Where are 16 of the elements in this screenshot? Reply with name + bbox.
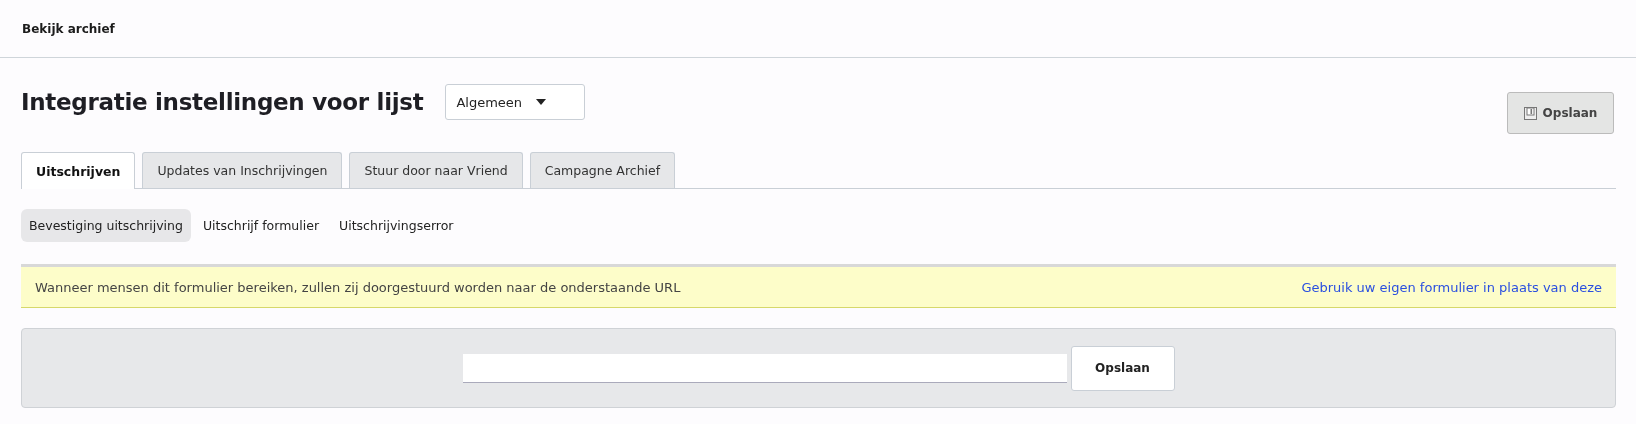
page-title: Integratie instellingen voor lijst xyxy=(21,89,424,115)
archive-link[interactable]: Bekijk archief xyxy=(22,21,115,36)
url-save-button[interactable]: Opslaan xyxy=(1070,345,1175,391)
subtab[interactable]: Uitschrijf formulier xyxy=(194,209,328,242)
subtab[interactable]: Bevestiging uitschrijving xyxy=(21,209,191,242)
url-field[interactable] xyxy=(462,353,1067,383)
save-button[interactable]: Opslaan xyxy=(1507,92,1614,134)
tab[interactable]: Uitschrijven xyxy=(21,152,136,189)
category-dropdown[interactable]: Algemeen xyxy=(445,84,586,120)
caret-icon xyxy=(536,99,547,105)
tab[interactable]: Campagne Archief xyxy=(529,152,676,188)
own-form-link[interactable]: Gebruik uw eigen formulier in plaats van deze xyxy=(1301,279,1602,295)
tab[interactable]: Stuur door naar Vriend xyxy=(349,152,523,188)
tab[interactable]: Updates van Inschrijvingen xyxy=(142,152,343,188)
subtab[interactable]: Uitschrijvingserror xyxy=(331,209,462,242)
notice-text: Wanneer mensen dit formulier bereiken, zullen zij doorgestuurd worden naar de onderstaande URL xyxy=(35,279,681,295)
